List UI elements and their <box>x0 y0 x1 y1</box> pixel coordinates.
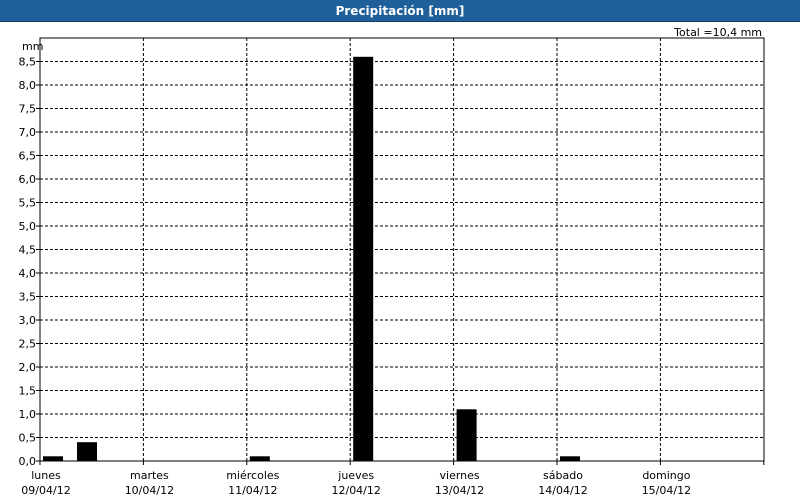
x-day-label: miércoles <box>226 469 279 482</box>
precipitation-bar <box>77 442 97 461</box>
x-date-label: 09/04/12 <box>21 484 70 497</box>
y-tick-label: 8,0 <box>19 79 37 92</box>
y-tick-label: 0,0 <box>19 455 37 468</box>
x-day-label: lunes <box>31 469 61 482</box>
total-label: Total =10,4 mm <box>673 26 762 39</box>
y-tick-label: 5,0 <box>19 220 37 233</box>
y-tick-label: 2,0 <box>19 361 37 374</box>
x-date-label: 14/04/12 <box>538 484 587 497</box>
y-tick-label: 3,0 <box>19 314 37 327</box>
x-date-label: 12/04/12 <box>331 484 380 497</box>
precipitation-bar <box>43 456 63 461</box>
x-day-label: martes <box>130 469 169 482</box>
x-date-label: 15/04/12 <box>642 484 691 497</box>
y-tick-label: 2,5 <box>19 338 37 351</box>
y-axis-label: mm <box>22 40 43 53</box>
y-tick-label: 4,0 <box>19 267 37 280</box>
x-day-label: viernes <box>440 469 480 482</box>
y-tick-label: 5,5 <box>19 197 37 210</box>
y-tick-label: 0,5 <box>19 432 37 445</box>
x-date-label: 13/04/12 <box>435 484 484 497</box>
precipitation-bar <box>560 456 580 461</box>
x-day-label: sábado <box>543 469 583 482</box>
y-tick-label: 8,5 <box>19 56 37 69</box>
y-tick-label: 3,5 <box>19 291 37 304</box>
x-day-label: jueves <box>337 469 374 482</box>
y-tick-label: 1,5 <box>19 385 37 398</box>
y-tick-label: 6,5 <box>19 150 37 163</box>
precipitation-chart: 0,0 0,5 1,0 1,5 2,0 2,5 3,0 3,5 4,0 4,5 5,0 5,5 6,0 6… <box>19 26 765 497</box>
x-day-label: domingo <box>642 469 690 482</box>
window-title: Precipitación [mm] <box>0 0 800 22</box>
y-tick-label: 4,5 <box>19 244 37 257</box>
y-tick-label: 7,5 <box>19 103 37 116</box>
x-date-label: 10/04/12 <box>125 484 174 497</box>
y-tick-label: 1,0 <box>19 408 37 421</box>
precipitation-bar <box>353 56 374 462</box>
x-date-label: 11/04/12 <box>228 484 277 497</box>
precipitation-bar <box>456 409 477 461</box>
y-tick-label: 6,0 <box>19 173 37 186</box>
precipitation-bar <box>249 456 270 461</box>
y-tick-label: 7,0 <box>19 126 37 139</box>
